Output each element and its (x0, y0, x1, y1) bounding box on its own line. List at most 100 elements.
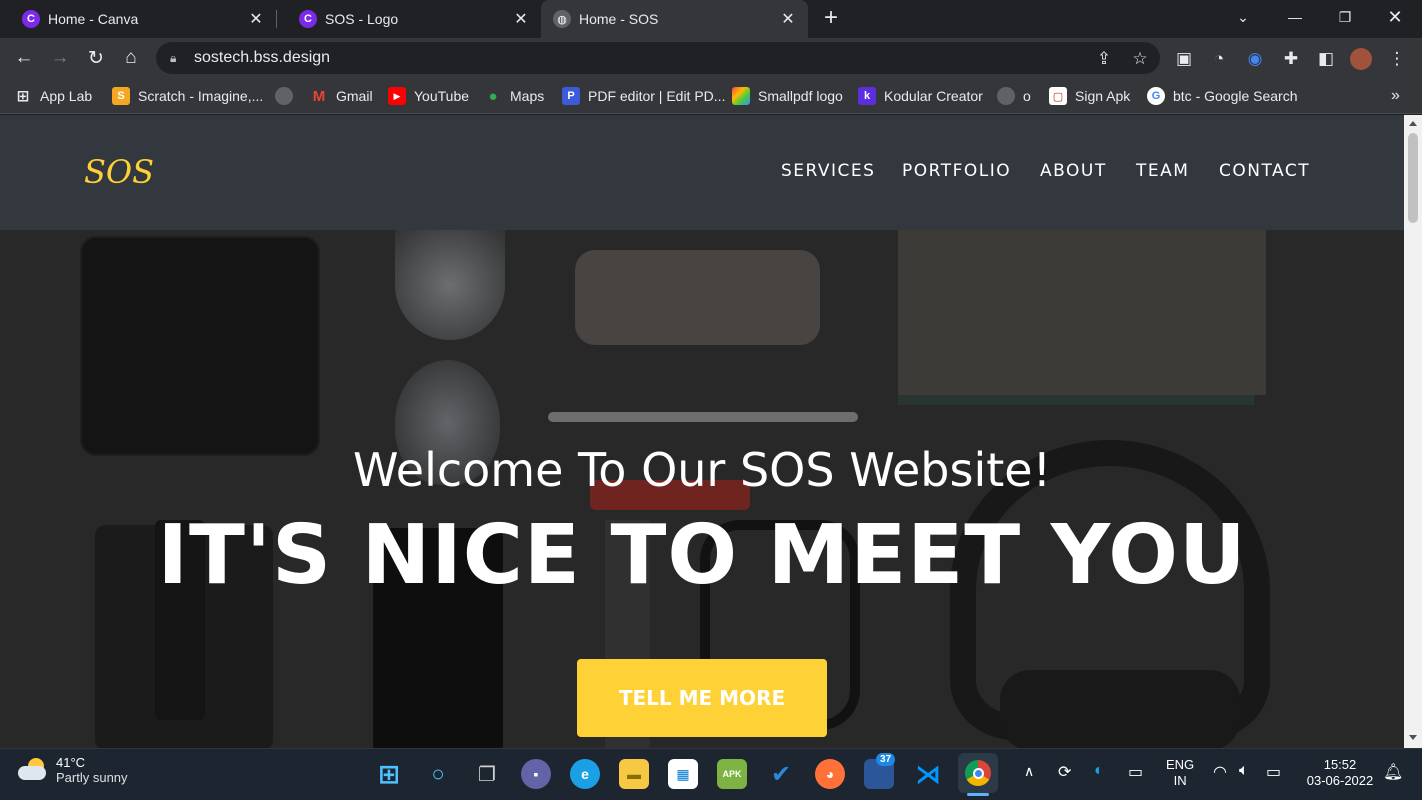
apk-installer-icon[interactable]: APK (717, 759, 747, 789)
bookmark-smallpdf[interactable]: Smallpdf logo (732, 84, 843, 108)
chrome-taskbar-button[interactable] (958, 753, 998, 793)
outlook-icon[interactable]: 37 (864, 753, 896, 789)
volume-icon[interactable]: 🔈︎ (1239, 762, 1249, 780)
windows-start-icon[interactable]: ⊞ (374, 759, 404, 789)
teams-chat-icon[interactable]: ▪ (521, 759, 551, 789)
todo-check-icon[interactable]: ✔ (766, 759, 796, 789)
side-panel-icon[interactable]: ◧ (1315, 48, 1337, 70)
scrollbar-thumb[interactable] (1408, 133, 1418, 223)
bookmark-maps[interactable]: ● Maps (484, 84, 544, 108)
tab-home-canva[interactable]: C Home - Canva ✕ (0, 0, 276, 38)
bookmark-label: App Lab (40, 88, 93, 104)
bookmark-scratch[interactable]: S Scratch - Imagine,... (112, 84, 263, 108)
scratch-icon: S (112, 87, 130, 105)
sign-apk-icon: ▢ (1049, 87, 1067, 105)
home-icon[interactable]: ⌂ (117, 44, 145, 72)
tab-home-sos[interactable]: ◍ Home - SOS ✕ (541, 0, 808, 38)
nav-link-team[interactable]: TEAM (1136, 161, 1189, 181)
tray-device-icon[interactable]: ▭ (1128, 762, 1143, 782)
battery-icon[interactable]: ▭ (1266, 762, 1281, 782)
close-tab-icon[interactable]: ✕ (248, 11, 264, 28)
nav-link-contact[interactable]: CONTACT (1219, 161, 1310, 181)
brand-logo[interactable]: SOS (84, 153, 154, 191)
scroll-down-arrow-icon[interactable] (1409, 735, 1417, 740)
back-arrow-icon[interactable]: ← (10, 44, 38, 72)
close-tab-icon[interactable]: ✕ (780, 11, 796, 28)
weather-temperature: 41°C (56, 755, 86, 770)
bookmark-gmail[interactable]: M Gmail (310, 84, 373, 108)
bookmark-globe[interactable] (275, 84, 301, 108)
bookmark-label: Gmail (336, 88, 373, 104)
file-explorer-icon[interactable]: ▬ (619, 759, 649, 789)
tell-me-more-button[interactable]: TELL ME MORE (577, 659, 827, 737)
bookmark-app-lab[interactable]: ⊞ App Lab (14, 84, 92, 108)
new-tab-button[interactable]: + (818, 6, 844, 32)
nav-link-about[interactable]: ABOUT (1040, 161, 1107, 181)
bookmark-star-icon[interactable]: ☆ (1130, 49, 1150, 69)
chrome-menu-icon[interactable]: ⋮ (1386, 48, 1408, 70)
show-hidden-icons-chevron[interactable]: ∧ (1024, 763, 1034, 780)
tab-capture-icon[interactable]: ▣ (1173, 48, 1195, 70)
close-tab-icon[interactable]: ✕ (513, 11, 529, 28)
windows-taskbar: 41°C Partly sunny ⊞ ○ ❐ ▪ e ▬ ▦ APK ✔ ◕ … (0, 748, 1422, 800)
bookmark-o[interactable]: o (997, 84, 1031, 108)
globe-icon: ◍ (553, 10, 571, 28)
microsoft-store-icon[interactable]: ▦ (668, 759, 698, 789)
canva-icon: C (299, 10, 317, 28)
wifi-icon[interactable]: ◠ (1213, 762, 1227, 782)
language-indicator[interactable]: ENG IN (1166, 757, 1194, 789)
weather-widget[interactable]: 41°C Partly sunny (18, 755, 128, 785)
site-navbar: SOS SERVICES PORTFOLIO ABOUT TEAM CONTAC… (0, 115, 1404, 230)
nav-link-services[interactable]: SERVICES (781, 161, 875, 181)
tab-strip: C Home - Canva ✕ C SOS - Logo ✕ ◍ Home -… (0, 0, 1422, 38)
bookmark-sign-apk[interactable]: ▢ Sign Apk (1049, 84, 1130, 108)
edge-beta-icon[interactable]: e (570, 759, 600, 789)
active-app-indicator (967, 793, 989, 796)
share-icon[interactable]: ⇪ (1094, 49, 1114, 69)
reload-icon[interactable]: ↻ (82, 44, 110, 72)
extensions-puzzle-icon[interactable]: ✚ (1280, 48, 1302, 70)
vscode-icon[interactable]: ⋊ (913, 759, 943, 789)
minimize-button[interactable]: — (1270, 0, 1320, 34)
task-view-icon[interactable]: ❐ (472, 759, 502, 789)
profile-avatar[interactable] (1350, 48, 1372, 70)
nav-link-portfolio[interactable]: PORTFOLIO (902, 161, 1011, 181)
firefox-icon[interactable]: ◕ (815, 759, 845, 789)
bookmark-label: Kodular Creator (884, 88, 983, 104)
partly-sunny-icon (18, 758, 48, 782)
kodular-icon: k (858, 87, 876, 105)
bookmarks-overflow-button[interactable]: » (1391, 84, 1400, 108)
clock-time: 15:52 (1323, 757, 1357, 772)
notification-badge: 37 (876, 753, 896, 766)
bookmark-youtube[interactable]: ▶ YouTube (388, 84, 469, 108)
close-window-button[interactable]: ✕ (1370, 0, 1420, 34)
clock[interactable]: 15:52 03-06-2022 (1305, 757, 1375, 789)
bookmark-btc-search[interactable]: G btc - Google Search (1147, 84, 1298, 108)
hero-heading: IT'S NICE TO MEET YOU (157, 508, 1247, 603)
bookmark-kodular[interactable]: k Kodular Creator (858, 84, 983, 108)
forward-arrow-icon[interactable]: → (46, 44, 74, 72)
restore-button[interactable]: ❐ (1320, 0, 1370, 34)
edge-tray-icon[interactable]: ◐ (1094, 762, 1104, 780)
tab-search-chevron-icon[interactable]: ⌄ (1218, 0, 1268, 34)
notification-bell-icon[interactable]: 🔔︎ (1383, 762, 1403, 782)
bookmark-label: PDF editor | Edit PD... (588, 88, 726, 104)
tab-title: Home - Canva (48, 11, 139, 27)
chrome-icon (965, 760, 991, 786)
google-icon: G (1147, 87, 1165, 105)
maps-pin-icon: ● (488, 87, 498, 105)
tab-sos-logo[interactable]: C SOS - Logo ✕ (277, 0, 541, 38)
extension-circle-icon[interactable]: ◉ (1244, 48, 1266, 70)
globe-icon (997, 87, 1015, 105)
scroll-up-arrow-icon[interactable] (1409, 121, 1417, 126)
address-bar[interactable]: 🔒︎ sostech.bss.design ⇪ ☆ (156, 42, 1160, 74)
sync-icon[interactable]: ⟳ (1058, 762, 1071, 782)
extension-clock-icon[interactable]: ◔ (1208, 48, 1230, 70)
bookmark-pdf-editor[interactable]: P PDF editor | Edit PD... (562, 84, 725, 108)
search-icon[interactable]: ○ (423, 759, 453, 789)
bookmark-label: o (1023, 88, 1031, 104)
browser-toolbar: ← → ↻ ⌂ 🔒︎ sostech.bss.design ⇪ ☆ ▣ ◔ ◉ … (0, 38, 1422, 78)
bookmark-label: Scratch - Imagine,... (138, 88, 264, 104)
language-code: ENG (1166, 757, 1195, 772)
page-scrollbar[interactable] (1404, 115, 1422, 748)
